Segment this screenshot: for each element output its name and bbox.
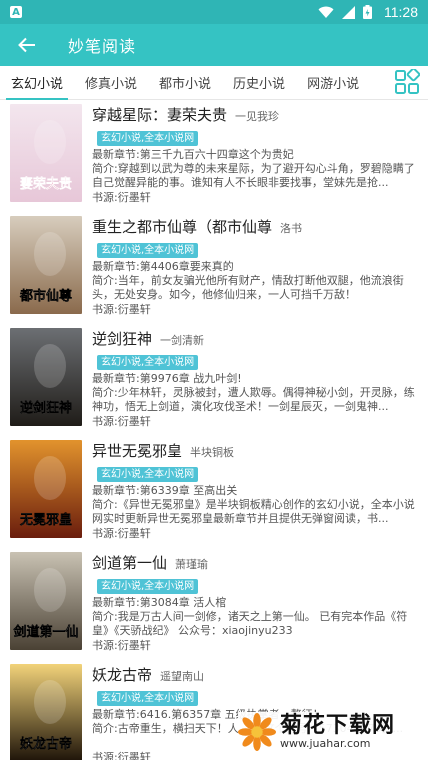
latest-chapter: 最新章节:第三千九百六十四章这个为贵妃: [92, 148, 294, 161]
latest-chapter: 最新章节:第6339章 至高出关: [92, 484, 238, 497]
category-grid-icon[interactable]: [394, 69, 420, 95]
book-list-item[interactable]: 无冕邪皇 异世无冕邪皇 半块铜板 玄幻小说,全本小说网 最新章节:第6339章 …: [0, 436, 428, 548]
book-cover: 无冕邪皇: [10, 440, 82, 538]
book-intro: 简介:我是万古人间一剑修，诸天之上第一仙。 已有完本作品《符皇》《天骄战纪》 公…: [92, 610, 408, 637]
app-notification-icon: A: [10, 6, 22, 18]
latest-chapter: 最新章节:第3084章 活人棺: [92, 596, 227, 609]
site-watermark: 菊花下载网 www.juahar.com: [238, 712, 424, 752]
svg-text:逆剑狂神: 逆剑狂神: [20, 400, 72, 416]
book-title: 剑道第一仙: [92, 554, 168, 572]
book-intro: 简介:穿越到以武为尊的未来星际，为了避开勾心斗角，罗碧隐瞒了自己觉醒异能的事。谁…: [92, 162, 415, 189]
tab-xiuzhen[interactable]: 修真小说: [74, 73, 148, 99]
book-author: 一剑清新: [160, 334, 205, 347]
status-time: 11:28: [384, 4, 418, 20]
book-intro: 简介:当年，前女友骗光他所有财产，情敌打断他双腿，他流浪街头，无处安身。如今，他…: [92, 274, 404, 301]
book-author: 遥望南山: [160, 670, 205, 683]
svg-text:妻荣夫贵: 妻荣夫贵: [20, 176, 72, 192]
svg-text:剑道第一仙: 剑道第一仙: [12, 624, 78, 640]
category-tag: 玄幻小说,全本小说网: [97, 355, 199, 370]
book-list: 妻荣夫贵 穿越星际：妻荣夫贵 一见我珍 玄幻小说,全本小说网 最新章节:第三千九…: [0, 100, 428, 760]
book-source: 书源:衍墨轩: [92, 303, 151, 316]
chrysanthemum-logo-icon: [238, 713, 276, 751]
tab-lishi[interactable]: 历史小说: [222, 73, 296, 99]
book-cover: 剑道第一仙: [10, 552, 82, 650]
wifi-icon: [318, 6, 334, 18]
book-cover: 妻荣夫贵: [10, 104, 82, 202]
watermark-url: www.juahar.com: [280, 737, 371, 750]
category-tag: 玄幻小说,全本小说网: [97, 131, 199, 146]
book-author: 一见我珍: [235, 110, 280, 123]
book-list-item[interactable]: 逆剑狂神 逆剑狂神 一剑清新 玄幻小说,全本小说网 最新章节:第9976章 战九…: [0, 324, 428, 436]
tab-dushi[interactable]: 都市小说: [148, 73, 222, 99]
book-title: 重生之都市仙尊（都市仙尊: [92, 218, 273, 236]
signal-icon: [342, 5, 355, 19]
category-tag: 玄幻小说,全本小说网: [97, 467, 199, 482]
status-bar: A 11:28: [0, 0, 428, 24]
page-title: 妙笔阅读: [68, 37, 137, 56]
book-intro: 简介:少年林轩，灵脉被封，遭人欺辱。偶得神秘小剑，开灵脉，练神功，悟无上剑道，演…: [92, 386, 415, 413]
battery-icon: [363, 5, 372, 19]
book-author: 半块铜板: [190, 446, 235, 459]
tab-wangyou[interactable]: 网游小说: [296, 73, 370, 99]
book-author: 萧瑾瑜: [175, 558, 209, 571]
book-list-item[interactable]: 都市仙尊 重生之都市仙尊（都市仙尊 洛书 玄幻小说,全本小说网 最新章节:第44…: [0, 212, 428, 324]
book-list-item[interactable]: 妻荣夫贵 穿越星际：妻荣夫贵 一见我珍 玄幻小说,全本小说网 最新章节:第三千九…: [0, 100, 428, 212]
category-tag: 玄幻小说,全本小说网: [97, 579, 199, 594]
book-cover: 妖龙古帝: [10, 664, 82, 760]
watermark-name: 菊花下载网: [280, 713, 396, 738]
category-tag: 玄幻小说,全本小说网: [97, 691, 199, 706]
book-title: 妖龙古帝: [92, 666, 153, 684]
svg-text:都市仙尊: 都市仙尊: [19, 288, 72, 304]
book-cover: 都市仙尊: [10, 216, 82, 314]
tab-xuanhuan[interactable]: 玄幻小说: [0, 73, 74, 100]
book-source: 书源:衍墨轩: [92, 191, 151, 204]
book-author: 洛书: [280, 222, 303, 235]
svg-text:妖龙古帝: 妖龙古帝: [20, 736, 72, 752]
book-title: 逆剑狂神: [92, 330, 153, 348]
book-source: 书源:衍墨轩: [92, 415, 151, 428]
book-cover: 逆剑狂神: [10, 328, 82, 426]
app-bar: 妙笔阅读: [0, 24, 428, 66]
latest-chapter: 最新章节:第4406章要来真的: [92, 260, 234, 273]
book-intro: 简介:《异世无冕邪皇》是半块铜板精心创作的玄幻小说，全本小说网实时更新异世无冕邪…: [92, 498, 415, 525]
book-title: 穿越星际：妻荣夫贵: [92, 106, 228, 124]
arrow-left-icon: [18, 37, 35, 53]
latest-chapter: 最新章节:第9976章 战九叶剑!: [92, 372, 242, 385]
category-tag: 玄幻小说,全本小说网: [97, 243, 199, 258]
book-source: 书源:衍墨轩: [92, 639, 151, 652]
category-tabs: 玄幻小说 修真小说 都市小说 历史小说 网游小说: [0, 66, 428, 100]
book-list-item[interactable]: 剑道第一仙 剑道第一仙 萧瑾瑜 玄幻小说,全本小说网 最新章节:第3084章 活…: [0, 548, 428, 660]
back-button[interactable]: [12, 30, 42, 60]
svg-text:无冕邪皇: 无冕邪皇: [19, 512, 72, 528]
book-source: 书源:衍墨轩: [92, 527, 151, 540]
book-title: 异世无冕邪皇: [92, 442, 183, 460]
